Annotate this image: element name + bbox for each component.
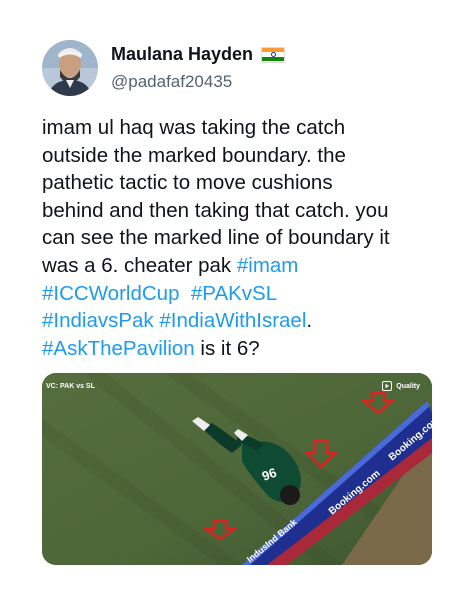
india-flag-icon (261, 46, 286, 63)
tweet-text-segment: was a 6. cheater pak (42, 253, 237, 277)
hashtag-link[interactable]: #IndiaWithIsrael (159, 309, 306, 332)
hashtag-link[interactable]: #imam (237, 254, 299, 277)
display-name[interactable]: Maulana Hayden (111, 44, 253, 65)
tweet-line: can see the marked line of boundary it (42, 224, 442, 252)
tweet-line: outside the marked boundary. the (42, 142, 442, 170)
tweet-line: #ICCWorldCup #PAKvSL (42, 280, 442, 308)
tweet-line: was a 6. cheater pak #imam (42, 252, 442, 280)
play-icon[interactable] (382, 381, 392, 391)
tweet-text-segment (179, 282, 190, 305)
tweet-line: imam ul haq was taking the catch (42, 114, 442, 142)
tweet-text-segment: behind and then taking that catch. you (42, 198, 389, 222)
hashtag-link[interactable]: #PAKvSL (191, 282, 277, 305)
tweet-line: #IndiavsPak #IndiaWithIsrael. (42, 307, 442, 335)
tweet-text: imam ul haq was taking the catch outside … (42, 114, 442, 362)
tweet-line: behind and then taking that catch. you (42, 197, 442, 225)
avatar[interactable] (42, 40, 98, 96)
tweet-line: #AskThePavilion is it 6? (42, 335, 442, 363)
tweet-line: pathetic tactic to move cushions (42, 169, 442, 197)
tweet-text-segment: is it 6? (194, 336, 260, 360)
hashtag-link[interactable]: #AskThePavilion (42, 337, 195, 360)
hashtag-link[interactable]: #ICCWorldCup (42, 282, 179, 305)
tweet-text-segment: can see the marked line of boundary it (42, 226, 390, 250)
tweet-text-segment: outside the marked boundary. the (42, 143, 346, 167)
tweet-text-segment: . (306, 309, 313, 333)
tweet-media-video[interactable]: Booking.com Booking.com IndusInd Bank 96… (42, 373, 432, 565)
tweet-text-segment: imam ul haq was taking the catch (42, 116, 346, 139)
hashtag-link[interactable]: #IndiavsPak (42, 309, 154, 332)
video-frame: Booking.com Booking.com IndusInd Bank 96 (42, 373, 432, 565)
user-handle[interactable]: @padafaf20435 (111, 72, 232, 92)
tweet-text-segment: pathetic tactic to move cushions (42, 171, 333, 195)
author-name-row: Maulana Hayden (111, 44, 286, 65)
video-label: VC: PAK vs SL (46, 383, 95, 390)
quality-button[interactable]: Quality (396, 383, 420, 390)
